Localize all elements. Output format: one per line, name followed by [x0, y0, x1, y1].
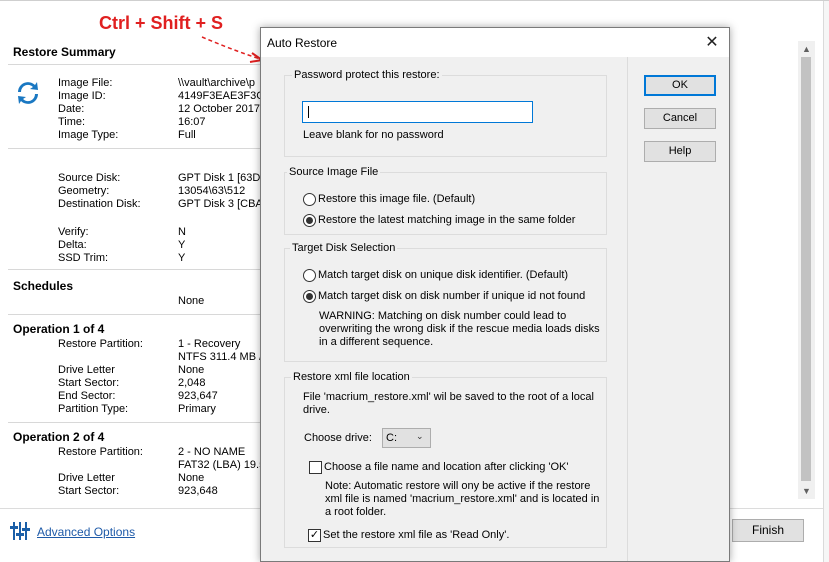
close-icon[interactable]: ✕: [697, 32, 727, 54]
restore-partition-label: Restore Partition:: [58, 446, 143, 458]
partition-type-value: Primary: [178, 403, 216, 415]
ssd-trim-value: Y: [178, 252, 186, 264]
start-sector-label: Start Sector:: [58, 377, 120, 389]
geometry-label: Geometry:: [58, 185, 110, 197]
window-edge: [823, 1, 829, 562]
text-caret: [308, 106, 309, 118]
restore-partition-value: 2 - NO NAME: [178, 446, 246, 458]
partition-fs-value: FAT32 (LBA) 19.5: [178, 459, 266, 471]
read-only-checkbox[interactable]: ✓: [308, 529, 321, 542]
xml-location-group-title: Restore xml file location: [291, 371, 412, 383]
drive-letter-label: Drive Letter: [58, 364, 115, 376]
scrollbar-thumb[interactable]: [801, 57, 811, 481]
divider: [8, 314, 260, 315]
choose-drive-label: Choose drive:: [304, 432, 372, 444]
schedules-value: None: [178, 295, 205, 307]
operation-2-title: Operation 2 of 4: [13, 430, 105, 444]
password-hint: Leave blank for no password: [303, 129, 444, 141]
end-sector-value: 923,647: [178, 390, 218, 402]
drive-letter-value: None: [178, 364, 205, 376]
source-disk-value: GPT Disk 1 [63D6: [178, 172, 267, 184]
choose-file-checkbox[interactable]: [309, 461, 322, 474]
dialog-title: Auto Restore: [267, 36, 338, 50]
dialog-button-pane: [627, 57, 729, 561]
start-sector-value: 923,648: [178, 485, 218, 497]
image-type-label: Image Type:: [58, 129, 119, 141]
source-image-group-title: Source Image File: [287, 166, 381, 178]
image-file-value: \\vault\archive\p: [178, 77, 256, 89]
image-id-label: Image ID:: [58, 90, 106, 102]
target-disk-group-title: Target Disk Selection: [290, 242, 398, 254]
restore-this-image-label[interactable]: Restore this image file. (Default): [318, 193, 475, 206]
password-input[interactable]: [302, 101, 533, 123]
xml-info-line: File 'macrium_restore.xml' wil be saved …: [303, 391, 594, 403]
geometry-value: 13054\63\512: [178, 185, 246, 197]
divider: [8, 269, 260, 270]
restore-this-image-radio[interactable]: [303, 193, 316, 206]
source-disk-label: Source Disk:: [58, 172, 121, 184]
restore-partition-value: 1 - Recovery: [178, 338, 241, 350]
restore-partition-label: Restore Partition:: [58, 338, 143, 350]
drive-letter-label: Drive Letter: [58, 472, 115, 484]
time-label: Time:: [58, 116, 86, 128]
choose-file-label[interactable]: Choose a file name and location after cl…: [324, 461, 569, 474]
restore-latest-image-label[interactable]: Restore the latest matching image in the…: [318, 214, 575, 227]
image-id-value: 4149F3EAE3F3C5: [178, 90, 271, 102]
note-line: xml file is named 'macrium_restore.xml' …: [325, 493, 600, 505]
verify-label: Verify:: [58, 226, 89, 238]
operation-1-title: Operation 1 of 4: [13, 322, 105, 336]
password-group-title: Password protect this restore:: [292, 69, 442, 81]
finish-button[interactable]: Finish: [732, 519, 804, 542]
verify-value: N: [178, 226, 186, 238]
help-button[interactable]: Help: [644, 141, 716, 162]
xml-info-line: drive.: [303, 404, 330, 416]
refresh-icon: [18, 82, 38, 104]
match-disk-number-radio[interactable]: [303, 290, 316, 303]
hotkey-annotation: Ctrl + Shift + S: [99, 13, 224, 33]
dialog-titlebar: Auto Restore ✕: [261, 28, 729, 57]
time-value: 16:07: [178, 116, 206, 128]
warning-line: overwriting the wrong disk if the rescue…: [319, 323, 600, 335]
start-sector-label: Start Sector:: [58, 485, 120, 497]
start-sector-value: 2,048: [178, 377, 206, 389]
divider: [8, 422, 260, 423]
restore-latest-image-radio[interactable]: [303, 214, 316, 227]
match-disk-id-label[interactable]: Match target disk on unique disk identif…: [318, 269, 568, 282]
auto-restore-dialog: Auto Restore ✕ Password protect this res…: [260, 27, 730, 562]
end-sector-label: End Sector:: [58, 390, 116, 402]
cancel-button[interactable]: Cancel: [644, 108, 716, 129]
match-disk-number-label[interactable]: Match target disk on disk number if uniq…: [318, 290, 585, 303]
divider: [8, 148, 260, 149]
sliders-icon[interactable]: [9, 520, 31, 542]
note-line: a root folder.: [325, 506, 387, 518]
warning-line: in a different sequence.: [319, 336, 434, 348]
image-type-value: Full: [178, 129, 196, 141]
drive-select[interactable]: C: ⌄: [382, 428, 431, 448]
restore-summary-title: Restore Summary: [13, 45, 116, 59]
date-value: 12 October 2017: [178, 103, 260, 115]
image-file-label: Image File:: [58, 77, 113, 89]
schedules-title: Schedules: [13, 279, 74, 293]
drive-letter-value: None: [178, 472, 205, 484]
advanced-options-link[interactable]: Advanced Options: [37, 525, 135, 539]
note-line: Note: Automatic restore will ony be acti…: [325, 480, 591, 492]
delta-value: Y: [178, 239, 186, 251]
scroll-up-icon[interactable]: ▲: [800, 43, 813, 55]
destination-disk-label: Destination Disk:: [58, 198, 141, 210]
partition-fs-value: NTFS 311.4 MB /: [178, 351, 263, 363]
ok-button[interactable]: OK: [644, 75, 716, 96]
date-label: Date:: [58, 103, 85, 115]
chevron-down-icon: ⌄: [416, 431, 424, 441]
ssd-trim-label: SSD Trim:: [58, 252, 109, 264]
scroll-down-icon[interactable]: ▼: [800, 485, 813, 497]
destination-disk-value: GPT Disk 3 [CBA: [178, 198, 263, 210]
delta-label: Delta:: [58, 239, 87, 251]
read-only-label[interactable]: Set the restore xml file as 'Read Only'.: [323, 529, 509, 542]
warning-line: WARNING: Matching on disk number could l…: [319, 310, 567, 322]
drive-select-value: C:: [386, 432, 397, 444]
match-disk-id-radio[interactable]: [303, 269, 316, 282]
partition-type-label: Partition Type:: [58, 403, 129, 415]
